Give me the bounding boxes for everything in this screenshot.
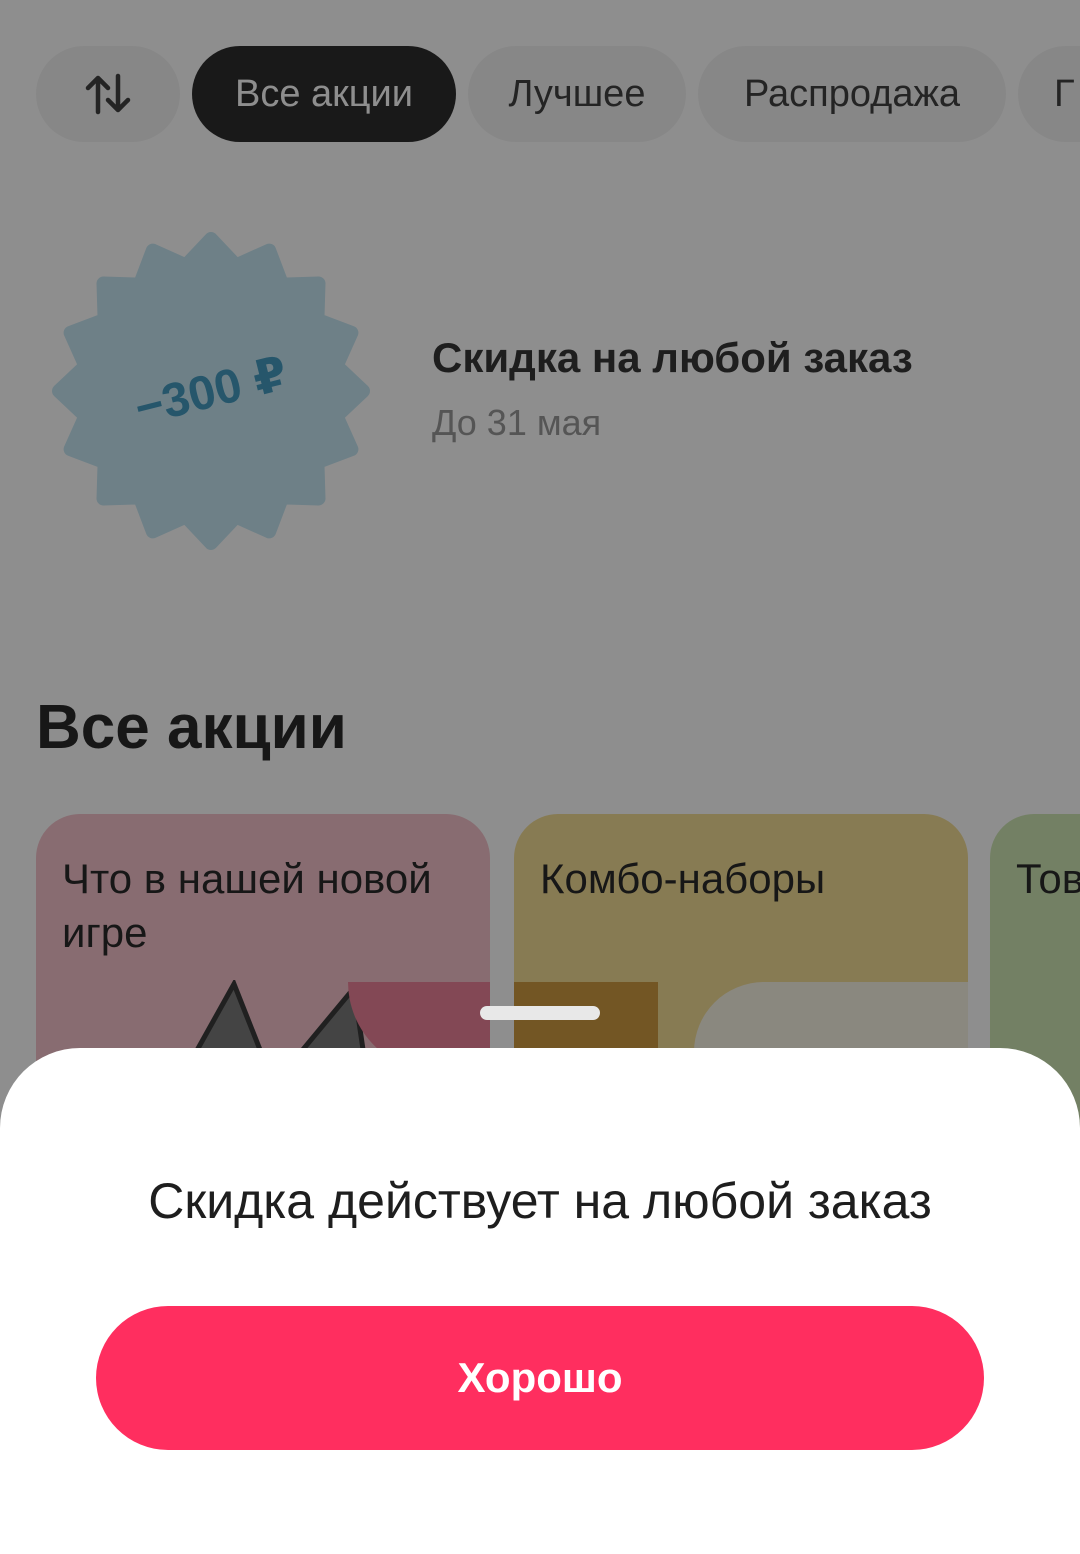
promotions-screen: Все акции Лучшее Распродажа Г −300 ₽ Ски… xyxy=(0,0,1080,1554)
sheet-drag-handle[interactable] xyxy=(480,1006,600,1020)
sheet-message: Скидка действует на любой заказ xyxy=(148,1173,932,1229)
ok-button[interactable]: Хорошо xyxy=(96,1306,984,1450)
bottom-sheet: Скидка действует на любой заказ Хорошо xyxy=(0,1048,1080,1554)
